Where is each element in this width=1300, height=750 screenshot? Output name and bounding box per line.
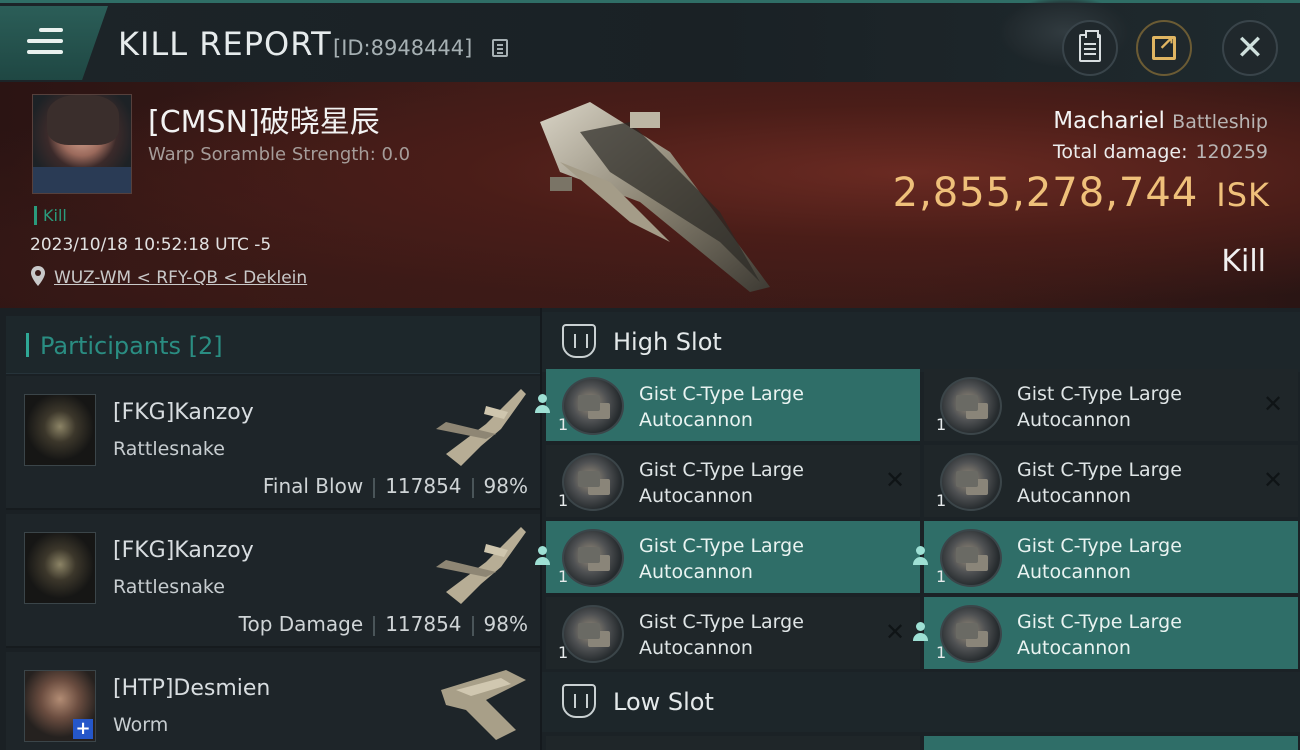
menu-icon — [27, 28, 63, 56]
module-item[interactable]: 1 Gist C-Type Large Autocannon — [913, 597, 1298, 669]
person-icon — [532, 545, 554, 567]
victim-ship-name[interactable]: Machariel Battleship — [1053, 108, 1268, 134]
clipboard-icon — [1079, 30, 1101, 62]
report-id: [ID:8948444] — [333, 36, 473, 60]
person-icon — [910, 621, 932, 643]
low-slot-label: Low Slot — [613, 688, 714, 716]
location-pin-icon — [31, 266, 45, 286]
x-icon: ✕ — [1262, 390, 1284, 418]
autocannon-icon — [940, 453, 1002, 511]
close-icon: ✕ — [1235, 28, 1265, 68]
menu-button[interactable] — [0, 6, 108, 80]
participant-avatar — [24, 532, 96, 604]
x-icon: ✕ — [884, 618, 906, 646]
plus-icon: + — [73, 719, 93, 739]
autocannon-icon — [940, 529, 1002, 587]
module-quantity: 1 — [936, 415, 947, 434]
module-quantity: 1 — [936, 567, 947, 586]
high-slot-header: High Slot — [542, 312, 1300, 372]
low-slot-header: Low Slot — [542, 672, 1300, 732]
module-name: Gist C-Type Large Autocannon — [639, 459, 804, 507]
autocannon-icon — [562, 529, 624, 587]
module-quantity: 1 — [936, 491, 947, 510]
module-name: Gist C-Type Large Autocannon — [639, 611, 804, 659]
x-icon: ✕ — [884, 466, 906, 494]
kill-timestamp: 2023/10/18 10:52:18 UTC -5 — [30, 235, 272, 255]
fitting-panel: High Slot 1 Gist C-Type Large Autocannon … — [535, 308, 1300, 750]
participant-ship: Rattlesnake — [113, 438, 225, 460]
module-quantity: 1 — [936, 643, 947, 662]
participant-ship-icon — [441, 670, 526, 740]
participants-panel: Participants [2] [FKG]Kanzoy Rattlesnake… — [0, 308, 540, 750]
copy-icon[interactable] — [492, 39, 508, 57]
clipboard-button[interactable] — [1062, 20, 1118, 76]
module-name: Gist C-Type Large Autocannon — [1017, 459, 1182, 507]
module-item[interactable]: 1 Gist C-Type Large Autocannon — [535, 521, 920, 593]
module-item[interactable]: 1 Gist C-Type Large Autocannon ✕ — [924, 369, 1298, 441]
participant-name: [FKG]Kanzoy — [113, 538, 254, 563]
module-name: Gist C-Type Large Autocannon — [1017, 535, 1182, 583]
share-icon — [1152, 31, 1176, 60]
module-item[interactable] — [924, 736, 1298, 750]
autocannon-icon — [562, 377, 624, 435]
isk-value: 2,855,278,744 ISK — [892, 170, 1270, 216]
autocannon-icon — [940, 377, 1002, 435]
person-icon — [532, 393, 554, 415]
participant-avatar: + — [24, 670, 96, 742]
kill-status: Kill — [1221, 244, 1266, 279]
module-item[interactable]: 1 Gist C-Type Large Autocannon — [535, 369, 920, 441]
module-name: Gist C-Type Large Autocannon — [1017, 611, 1182, 659]
module-quantity: 1 — [558, 643, 569, 662]
share-button[interactable] — [1136, 20, 1192, 76]
module-name: Gist C-Type Large Autocannon — [1017, 383, 1182, 431]
high-slot-icon — [562, 324, 596, 358]
module-item[interactable]: 1 Gist C-Type Large Autocannon ✕ — [546, 445, 920, 517]
participant-avatar — [24, 394, 96, 466]
module-item[interactable]: 1 Gist C-Type Large Autocannon ✕ — [924, 445, 1298, 517]
participant-name: [FKG]Kanzoy — [113, 400, 254, 425]
module-item[interactable]: 1 Gist C-Type Large Autocannon — [913, 521, 1298, 593]
victim-name[interactable]: [CMSN]破晓星辰 — [148, 97, 380, 141]
participant-card[interactable]: + [HTP]Desmien Worm — [6, 652, 540, 750]
victim-avatar[interactable] — [32, 94, 132, 194]
header-bar: KILL REPORT [ID:8948444] ✕ — [0, 0, 1300, 82]
autocannon-icon — [562, 605, 624, 663]
module-quantity: 1 — [558, 415, 569, 434]
module-name: Gist C-Type Large Autocannon — [639, 535, 804, 583]
module-name: Gist C-Type Large Autocannon — [639, 383, 804, 431]
participant-ship: Worm — [113, 714, 169, 736]
victim-ship-render — [540, 102, 770, 292]
participant-card[interactable]: [FKG]Kanzoy Rattlesnake Final Blow 117854… — [6, 376, 540, 510]
module-quantity: 1 — [558, 567, 569, 586]
module-item[interactable] — [546, 736, 920, 750]
participant-card[interactable]: [FKG]Kanzoy Rattlesnake Top Damage 117854… — [6, 514, 540, 648]
participant-stats: Top Damage 117854 98% — [238, 612, 528, 636]
autocannon-icon — [940, 605, 1002, 663]
warp-scramble-strength: Warp Soramble Strength: 0.0 — [148, 144, 411, 165]
participant-ship-icon — [436, 389, 526, 466]
total-damage: Total damage: 120259 — [1053, 141, 1268, 163]
participant-ship-icon — [436, 527, 526, 604]
autocannon-icon — [562, 453, 624, 511]
page-title: KILL REPORT — [118, 25, 332, 63]
person-icon — [910, 545, 932, 567]
participant-ship: Rattlesnake — [113, 576, 225, 598]
module-quantity: 1 — [558, 491, 569, 510]
participant-stats: Final Blow 117854 98% — [262, 474, 528, 498]
close-button[interactable]: ✕ — [1222, 20, 1278, 76]
x-icon: ✕ — [1262, 466, 1284, 494]
location-link[interactable]: WUZ-WM < RFY-QB < Deklein — [54, 268, 307, 288]
participant-name: [HTP]Desmien — [113, 676, 271, 701]
participants-header: Participants [2] — [6, 316, 540, 374]
module-item[interactable]: 1 Gist C-Type Large Autocannon ✕ — [546, 597, 920, 669]
high-slot-label: High Slot — [613, 328, 722, 356]
kill-tag: Kill — [34, 206, 67, 225]
participants-title: Participants [2] — [40, 332, 223, 360]
low-slot-icon — [562, 684, 596, 718]
